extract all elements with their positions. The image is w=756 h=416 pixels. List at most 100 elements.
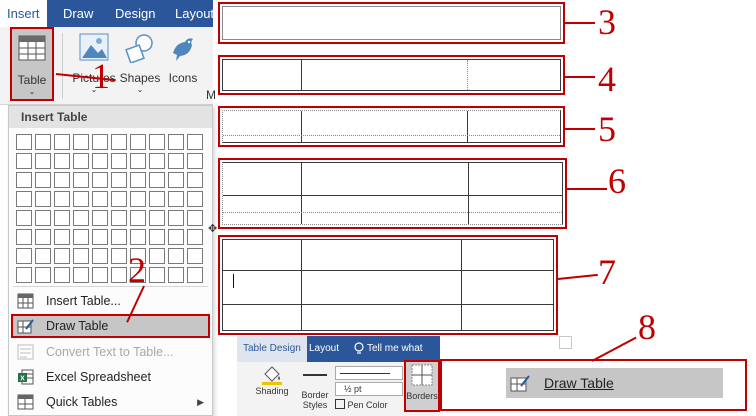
grid-cell[interactable]	[187, 248, 203, 264]
draw-table-button[interactable]: Draw Table	[506, 368, 723, 398]
grid-cell[interactable]	[149, 210, 165, 226]
grid-cell[interactable]	[73, 267, 89, 283]
shading-button[interactable]: Shading	[255, 364, 289, 414]
table-resize-handle[interactable]	[559, 336, 572, 349]
grid-cell[interactable]	[111, 172, 127, 188]
grid-cell[interactable]	[168, 134, 184, 150]
grid-cell[interactable]	[16, 172, 32, 188]
grid-cell[interactable]	[35, 267, 51, 283]
table-button[interactable]: Table ⌄	[10, 27, 54, 101]
grid-cell[interactable]	[16, 210, 32, 226]
grid-cell[interactable]	[187, 267, 203, 283]
grid-cell[interactable]	[73, 172, 89, 188]
grid-cell[interactable]	[187, 172, 203, 188]
grid-cell[interactable]	[73, 210, 89, 226]
borders-button[interactable]: Borders	[404, 360, 440, 412]
grid-cell[interactable]	[130, 210, 146, 226]
grid-cell[interactable]	[130, 191, 146, 207]
grid-cell[interactable]	[16, 134, 32, 150]
grid-cell[interactable]	[35, 248, 51, 264]
tab-layout[interactable]: Layout	[168, 0, 221, 27]
grid-cell[interactable]	[187, 210, 203, 226]
grid-cell[interactable]	[54, 210, 70, 226]
grid-cell[interactable]	[73, 229, 89, 245]
tab-draw[interactable]: Draw	[56, 0, 100, 27]
grid-cell[interactable]	[111, 134, 127, 150]
grid-cell[interactable]	[92, 191, 108, 207]
grid-cell[interactable]	[92, 229, 108, 245]
convert-text-to-table-item[interactable]: Convert Text to Table...	[11, 340, 210, 364]
grid-cell[interactable]	[73, 248, 89, 264]
grid-cell[interactable]	[92, 267, 108, 283]
grid-cell[interactable]	[168, 172, 184, 188]
grid-cell[interactable]	[168, 191, 184, 207]
grid-cell[interactable]	[111, 210, 127, 226]
grid-cell[interactable]	[168, 248, 184, 264]
pen-color-button[interactable]: Pen Color	[335, 398, 403, 412]
line-style-select[interactable]	[335, 366, 403, 380]
grid-cell[interactable]	[149, 191, 165, 207]
grid-cell[interactable]	[92, 153, 108, 169]
grid-cell[interactable]	[35, 172, 51, 188]
grid-cell[interactable]	[73, 134, 89, 150]
grid-cell[interactable]	[149, 229, 165, 245]
grid-cell[interactable]	[54, 172, 70, 188]
grid-cell[interactable]	[187, 191, 203, 207]
quick-tables-item[interactable]: Quick Tables ▶	[11, 390, 210, 414]
grid-cell[interactable]	[187, 153, 203, 169]
grid-cell[interactable]	[16, 267, 32, 283]
tell-me-search[interactable]: Tell me what you	[349, 336, 440, 380]
grid-cell[interactable]	[111, 229, 127, 245]
grid-cell[interactable]	[73, 153, 89, 169]
grid-cell[interactable]	[35, 134, 51, 150]
tab-table-design[interactable]: Table Design	[237, 336, 307, 362]
draw-table-item[interactable]: Draw Table	[11, 314, 210, 338]
grid-cell[interactable]	[130, 153, 146, 169]
grid-cell[interactable]	[149, 267, 165, 283]
grid-cell[interactable]	[92, 134, 108, 150]
grid-cell[interactable]	[111, 153, 127, 169]
grid-cell[interactable]	[54, 191, 70, 207]
grid-cell[interactable]	[168, 210, 184, 226]
insert-table-grid[interactable]	[16, 134, 208, 284]
grid-cell[interactable]	[35, 229, 51, 245]
grid-cell[interactable]	[111, 248, 127, 264]
tab-layout-table[interactable]: Layout	[303, 336, 345, 362]
grid-cell[interactable]	[54, 153, 70, 169]
shapes-button[interactable]: Shapes ⌄	[118, 27, 162, 101]
grid-cell[interactable]	[168, 229, 184, 245]
grid-cell[interactable]	[54, 229, 70, 245]
grid-cell[interactable]	[35, 191, 51, 207]
tab-insert[interactable]: Insert	[0, 0, 47, 27]
grid-cell[interactable]	[54, 267, 70, 283]
grid-cell[interactable]	[130, 134, 146, 150]
grid-cell[interactable]	[111, 191, 127, 207]
grid-cell[interactable]	[111, 267, 127, 283]
grid-cell[interactable]	[149, 172, 165, 188]
grid-cell[interactable]	[168, 267, 184, 283]
icons-button[interactable]: Icons	[163, 27, 203, 101]
border-styles-button[interactable]: Border Styles	[297, 366, 333, 416]
grid-cell[interactable]	[92, 172, 108, 188]
grid-cell[interactable]	[149, 153, 165, 169]
grid-cell[interactable]	[168, 153, 184, 169]
grid-cell[interactable]	[187, 134, 203, 150]
grid-cell[interactable]	[16, 248, 32, 264]
grid-cell[interactable]	[16, 229, 32, 245]
grid-cell[interactable]	[149, 248, 165, 264]
insert-table-item[interactable]: Insert Table...	[11, 289, 210, 313]
grid-cell[interactable]	[130, 172, 146, 188]
grid-cell[interactable]	[130, 229, 146, 245]
grid-cell[interactable]	[16, 191, 32, 207]
grid-cell[interactable]	[92, 248, 108, 264]
grid-cell[interactable]	[16, 153, 32, 169]
grid-cell[interactable]	[35, 153, 51, 169]
tab-design[interactable]: Design	[108, 0, 162, 27]
grid-cell[interactable]	[54, 248, 70, 264]
excel-spreadsheet-item[interactable]: X Excel Spreadsheet	[11, 365, 210, 389]
grid-cell[interactable]	[92, 210, 108, 226]
grid-cell[interactable]	[187, 229, 203, 245]
grid-cell[interactable]	[149, 134, 165, 150]
pen-weight-select[interactable]: ½ pt	[335, 382, 403, 396]
grid-cell[interactable]	[54, 134, 70, 150]
